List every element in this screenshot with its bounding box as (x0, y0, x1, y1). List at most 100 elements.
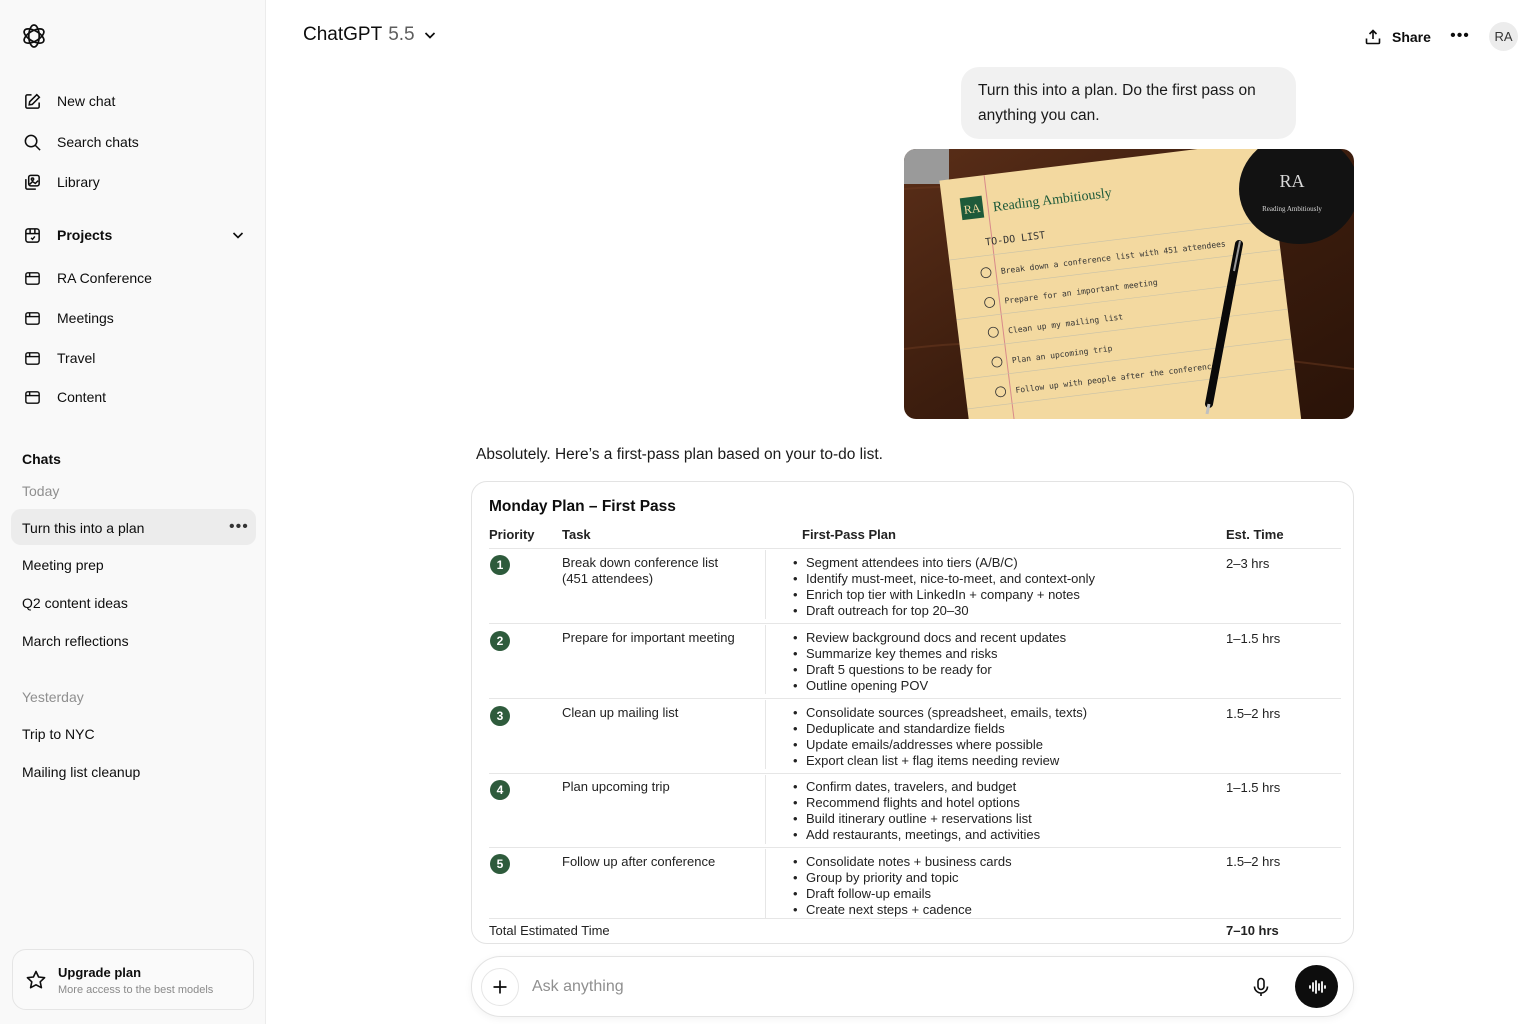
plan-steps: Review background docs and recent update… (793, 630, 1203, 694)
task-cell: Clean up mailing list (562, 705, 679, 720)
plan-step: Consolidate notes + business cards (793, 854, 1203, 870)
group-label-yesterday: Yesterday (22, 689, 84, 705)
estimate-cell: 1–1.5 hrs (1226, 780, 1281, 795)
plan-step: Deduplicate and standardize fields (793, 721, 1203, 737)
upgrade-plan-button[interactable]: Upgrade plan More access to the best mod… (12, 949, 254, 1010)
share-icon (1365, 29, 1381, 45)
svg-text:Reading Ambitiously: Reading Ambitiously (1262, 205, 1322, 213)
new-chat-label: New chat (57, 93, 116, 109)
divider (765, 775, 766, 844)
folder-icon (22, 268, 42, 288)
priority-badge: 1 (490, 555, 510, 575)
search-chats-button[interactable]: Search chats (22, 126, 139, 158)
share-button[interactable]: Share (1364, 24, 1431, 50)
upgrade-title: Upgrade plan (58, 965, 142, 980)
task-cell: Plan upcoming trip (562, 779, 670, 794)
divider (489, 548, 1341, 549)
microphone-icon[interactable] (1250, 976, 1272, 998)
model-version: 5.5 (388, 24, 415, 45)
priority-badge: 3 (490, 706, 510, 726)
project-label: Meetings (57, 310, 114, 326)
divider (765, 550, 766, 619)
divider (489, 773, 1341, 774)
priority-badge: 4 (490, 780, 510, 800)
chat-item[interactable]: March reflections (22, 633, 129, 649)
project-label: Content (57, 389, 107, 405)
project-item-ra-conference[interactable]: RA Conference (22, 262, 152, 294)
plus-icon (493, 980, 507, 994)
task-cell: Follow up after conference (562, 854, 716, 869)
chats-section-title: Chats (22, 451, 61, 467)
plan-step: Identify must-meet, nice-to-meet, and co… (793, 571, 1203, 587)
plan-steps: Segment attendees into tiers (A/B/C) Ide… (793, 555, 1203, 619)
plan-steps: Confirm dates, travelers, and budget Rec… (793, 779, 1203, 843)
project-label: Travel (57, 350, 96, 366)
chat-item[interactable]: Trip to NYC (22, 726, 95, 742)
plan-step: Update emails/addresses where possible (793, 737, 1203, 753)
plan-title: Monday Plan – First Pass (489, 498, 676, 515)
plan-step: Recommend flights and hotel options (793, 795, 1203, 811)
assistant-intro: Absolutely. Here’s a first-pass plan bas… (476, 446, 883, 463)
plan-step: Build itinerary outline + reservations l… (793, 811, 1203, 827)
attached-image[interactable]: RA Reading Ambitiously TO-DO LIST Break … (904, 149, 1354, 419)
column-header: Priority (489, 527, 535, 542)
priority-badge: 5 (490, 854, 510, 874)
divider (489, 847, 1341, 848)
project-item-content[interactable]: Content (22, 381, 106, 413)
chat-item[interactable]: Mailing list cleanup (22, 764, 140, 780)
divider (765, 700, 766, 769)
project-item-meetings[interactable]: Meetings (22, 302, 114, 334)
openai-logo-icon[interactable] (20, 22, 48, 50)
divider (489, 698, 1341, 699)
plan-step: Group by priority and topic (793, 870, 1203, 886)
divider (765, 849, 766, 918)
chevron-down-icon (424, 32, 435, 39)
column-header: Task (562, 527, 591, 542)
chat-item[interactable]: Meeting prep (22, 557, 104, 573)
library-button[interactable]: Library (22, 166, 100, 198)
divider (489, 918, 1341, 919)
folder-icon (22, 348, 42, 368)
divider (765, 625, 766, 694)
plan-step: Create next steps + cadence (793, 902, 1203, 918)
total-label: Total Estimated Time (489, 923, 610, 938)
chat-item[interactable]: Q2 content ideas (22, 595, 128, 611)
estimate-cell: 2–3 hrs (1226, 556, 1270, 571)
model-selector[interactable]: ChatGPT 5.5 (303, 24, 437, 46)
plan-step: Add restaurants, meetings, and activitie… (793, 827, 1203, 843)
plan-steps: Consolidate sources (spreadsheet, emails… (793, 705, 1203, 769)
more-options-icon[interactable]: ••• (1450, 26, 1470, 46)
estimate-cell: 1.5–2 hrs (1226, 854, 1281, 869)
prompt-input[interactable] (532, 975, 1212, 999)
composer (471, 956, 1354, 1017)
search-icon (22, 132, 42, 152)
new-chat-icon (22, 91, 42, 111)
task-cell: Break down conference list (451 attendee… (562, 555, 719, 586)
task-cell: Prepare for important meeting (562, 630, 735, 645)
avatar[interactable]: RA (1489, 22, 1518, 51)
new-chat-button[interactable]: New chat (22, 85, 115, 117)
divider (489, 623, 1341, 624)
plan-step: Segment attendees into tiers (A/B/C) (793, 555, 1203, 571)
svg-text:RA: RA (1279, 171, 1304, 191)
project-item-travel[interactable]: Travel (22, 342, 95, 374)
project-label: RA Conference (57, 270, 152, 286)
chat-item[interactable]: Turn this into a plan (22, 520, 144, 536)
add-attachment-button[interactable] (481, 968, 519, 1006)
total-value: 7–10 hrs (1226, 923, 1279, 938)
upgrade-subtitle: More access to the best models (58, 984, 214, 996)
chat-options-icon[interactable]: ••• (229, 516, 248, 538)
plan-step: Enrich top tier with LinkedIn + company … (793, 587, 1203, 603)
plan-step: Outline opening POV (793, 678, 1203, 694)
column-header: First-Pass Plan (802, 527, 896, 542)
waveform-icon (1308, 979, 1326, 994)
svg-text:RA: RA (963, 201, 982, 217)
voice-mode-button[interactable] (1295, 965, 1338, 1008)
chevron-down-icon[interactable] (229, 226, 247, 244)
projects-toggle[interactable]: Projects (22, 219, 112, 251)
star-icon (25, 969, 47, 991)
folder-icon (22, 308, 42, 328)
model-name: ChatGPT (303, 24, 383, 45)
plan-step: Review background docs and recent update… (793, 630, 1203, 646)
plan-steps: Consolidate notes + business cards Group… (793, 854, 1203, 918)
